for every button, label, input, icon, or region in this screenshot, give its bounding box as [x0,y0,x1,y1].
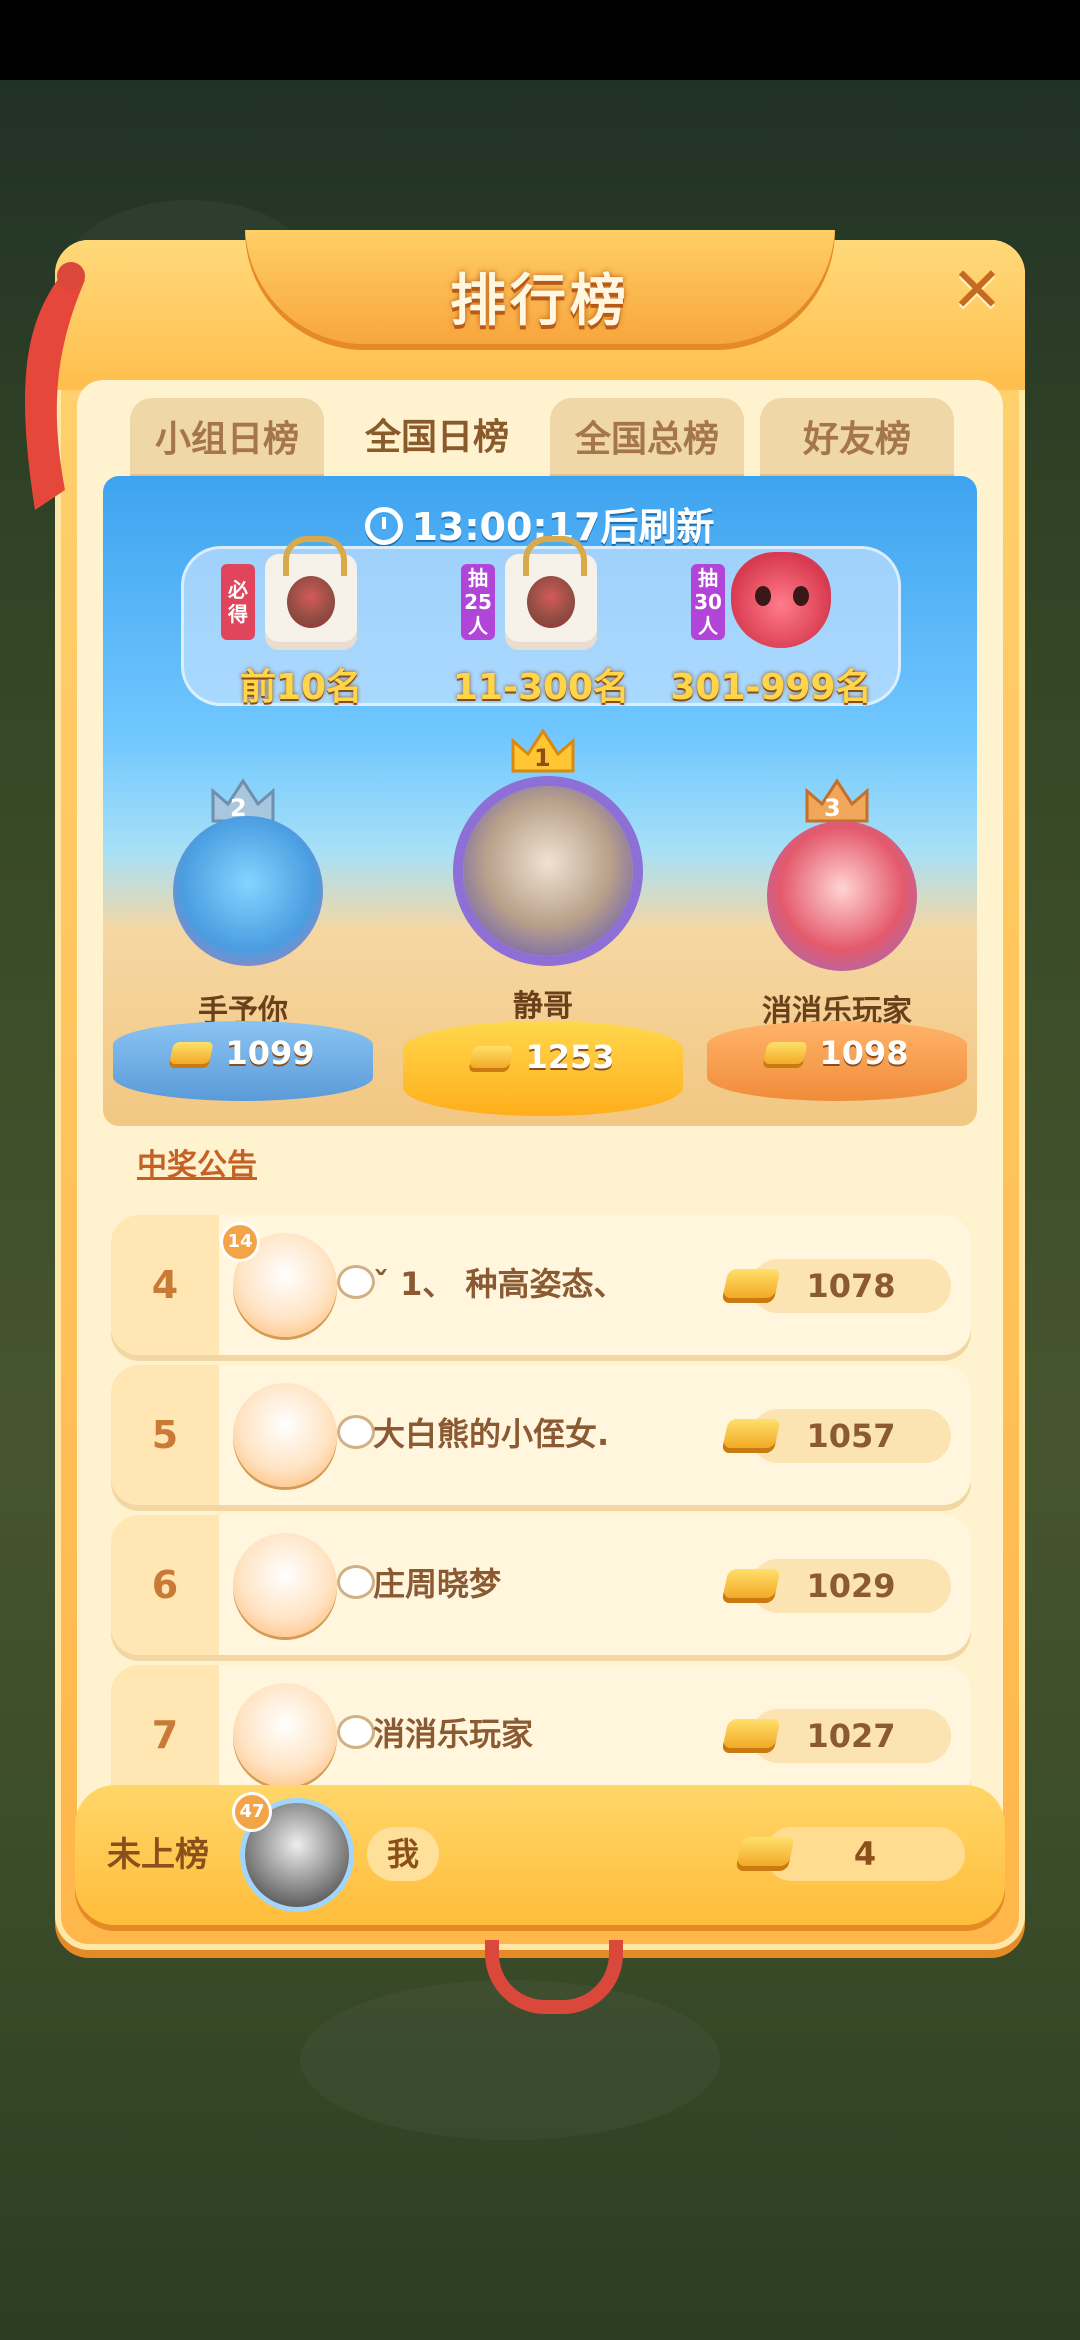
rabbit-icon [337,1715,375,1749]
score-pill: 1057 [721,1409,951,1463]
score-pill: 1078 [721,1259,951,1313]
rank-number: 6 [111,1515,219,1655]
gold-bar-icon [721,1419,781,1453]
gold-bar-icon [168,1042,215,1068]
podium-rank-2[interactable]: 2 手予你 1099 [113,776,373,1106]
close-button[interactable]: ✕ [945,258,1009,322]
title-band: 排行榜 ✕ [55,230,1025,390]
list-item[interactable]: 6 庄周晓梦 1029 [111,1515,971,1655]
tab-national-total[interactable]: 全国总榜 [550,398,744,478]
player-name: 大白熊的小侄女. [373,1415,610,1453]
list-item[interactable]: 5 大白熊的小侄女. 1057 [111,1365,971,1505]
tab-national-daily[interactable]: 全国日榜 [340,392,534,478]
level-badge: 47 [235,1795,269,1829]
my-rank-status: 未上榜 [107,1835,209,1875]
my-score-pill: 4 [735,1827,965,1881]
clock-icon [365,507,404,545]
top-three-arena: 13:00:17后刷新 必得 前10名 抽25人 11-300名 抽30人 30… [103,476,977,1126]
score-pill: 1029 [721,1559,951,1613]
reward-tag: 抽30人 [691,564,725,640]
gold-bar-icon [721,1269,781,1303]
gold-bar-icon [762,1042,809,1068]
avatar [767,821,917,971]
modal-title: 排行榜 [450,269,630,332]
fox-doll-icon [731,552,831,648]
reward-label: 前10名 [239,667,363,708]
reward-tag: 必得 [221,564,255,640]
my-name: 我 [367,1827,439,1881]
reward-panel[interactable]: 必得 前10名 抽25人 11-300名 抽30人 301-999名 [181,536,901,708]
winner-announcement-link[interactable]: 中奖公告 [137,1140,257,1184]
leaderboard-modal: 排行榜 ✕ 小组日榜 全国日榜 全国总榜 好友榜 13:00:17后刷新 必得 … [25,230,1025,2014]
ribbon-decoration [25,262,85,510]
player-name: 消消乐玩家 [373,1715,534,1753]
tab-bar: 小组日榜 全国日榜 全国总榜 好友榜 [130,392,960,478]
rank-number: 5 [111,1365,219,1505]
bag-icon [265,536,357,650]
list-item[interactable]: 7 消消乐玩家 1027 [111,1665,971,1805]
reward-301-999: 抽30人 301-999名 [661,546,881,708]
rank-number: 4 [111,1215,219,1355]
avatar [173,816,323,966]
podium-rank-1[interactable]: 1 静哥 1253 [403,726,683,1116]
reward-tag: 抽25人 [461,564,495,640]
gold-bar-icon [735,1837,795,1871]
reward-label: 301-999名 [670,667,872,708]
my-avatar: 47 [235,1795,349,1907]
gold-bar-icon [721,1719,781,1753]
reward-11-300: 抽25人 11-300名 [431,536,651,708]
gold-bar-icon [468,1046,515,1072]
avatar [233,1383,337,1487]
reward-label: 11-300名 [452,667,630,708]
player-name: 静哥 [513,989,573,1024]
avatar [463,786,633,956]
rabbit-icon [337,1265,375,1299]
rabbit-icon [337,1415,375,1449]
player-score: 1253 [403,1038,683,1076]
avatar: 14 [223,1225,337,1337]
avatar [233,1683,337,1787]
rank-number: 1 [534,744,551,772]
my-rank-bar[interactable]: 未上榜 47 我 4 [75,1785,1005,1925]
level-badge: 14 [223,1225,257,1259]
rank-number: 3 [824,794,841,822]
gold-bar-icon [721,1569,781,1603]
player-name: ˇ 1、 种高姿态、 [373,1265,626,1303]
tab-group-daily[interactable]: 小组日榜 [130,398,324,478]
tab-friends[interactable]: 好友榜 [760,398,954,478]
rank-number: 7 [111,1665,219,1805]
rabbit-icon [337,1565,375,1599]
list-item[interactable]: 4 14 ˇ 1、 种高姿态、 1078 [111,1215,971,1355]
avatar [233,1533,337,1637]
player-score: 1099 [113,1034,373,1072]
player-name: 庄周晓梦 [373,1565,502,1603]
player-score: 1098 [707,1034,967,1072]
reward-top10: 必得 前10名 [191,536,411,708]
podium-rank-3[interactable]: 3 消消乐玩家 1098 [707,776,967,1106]
bag-icon [505,536,597,650]
score-pill: 1027 [721,1709,951,1763]
